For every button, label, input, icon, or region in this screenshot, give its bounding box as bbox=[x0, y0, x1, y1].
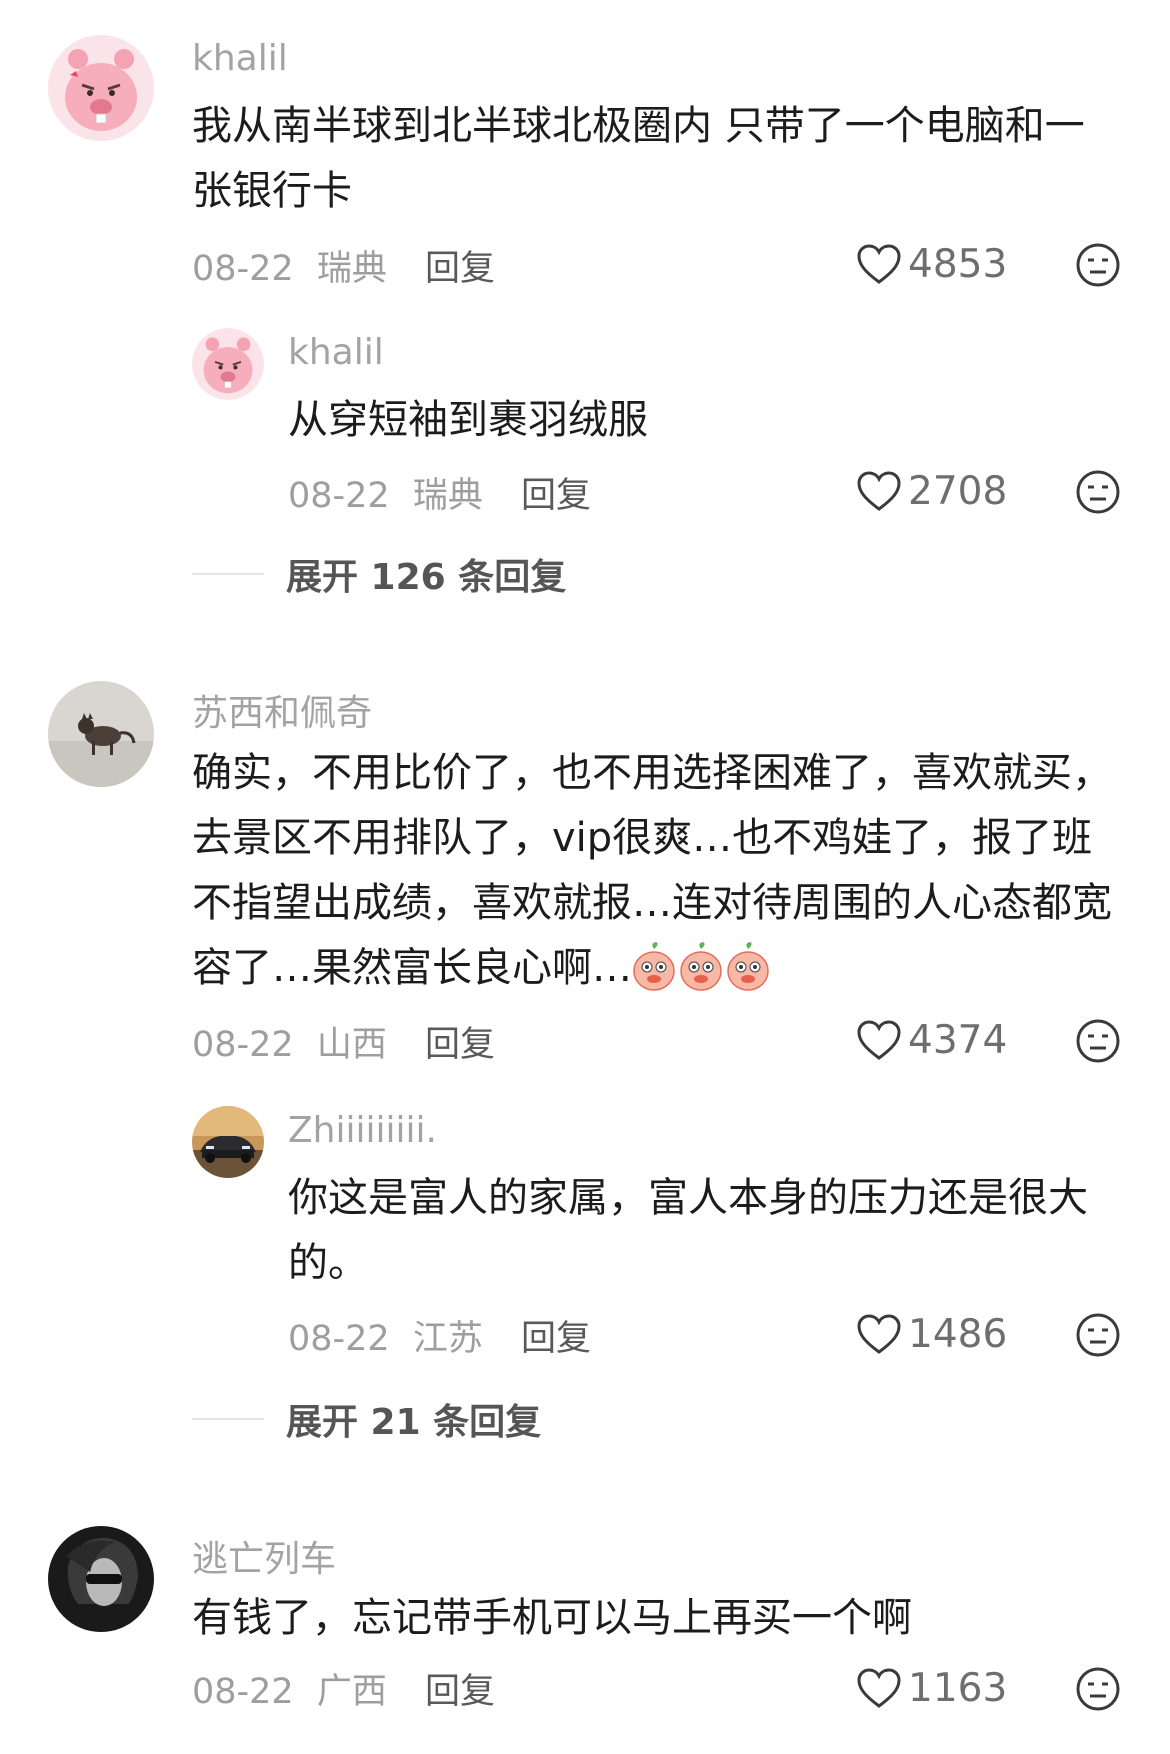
avatar[interactable] bbox=[192, 1106, 264, 1178]
comment-location: 瑞典 bbox=[316, 249, 387, 289]
expand-replies-label: 展开 21 条回复 bbox=[286, 1402, 542, 1443]
reply-button[interactable]: 回复 bbox=[521, 1310, 591, 1361]
comment-meta: 08-22 瑞典 bbox=[192, 240, 387, 291]
dislike-icon[interactable] bbox=[1075, 242, 1121, 288]
comment-username[interactable]: 苏西和佩奇 bbox=[192, 684, 372, 736]
like-button[interactable]: 1486 bbox=[856, 1312, 1007, 1357]
comment-meta: 08-22 山西 bbox=[192, 1016, 387, 1067]
reply-date: 08-22 bbox=[288, 476, 390, 516]
dislike-icon[interactable] bbox=[1075, 469, 1121, 515]
avatar[interactable] bbox=[48, 681, 154, 787]
like-button[interactable]: 4853 bbox=[856, 242, 1007, 287]
comment-location: 山西 bbox=[316, 1025, 387, 1065]
peach-face-emoji-icon bbox=[680, 942, 722, 991]
comment-username[interactable]: khalil bbox=[192, 38, 288, 79]
reply-meta: 08-22 瑞典 bbox=[288, 467, 483, 518]
like-count: 4853 bbox=[908, 242, 1008, 287]
reply-text: 从穿短袖到裹羽绒服 bbox=[288, 397, 648, 443]
peach-face-emoji-icon bbox=[633, 942, 675, 991]
pink-beaver-avatar-icon bbox=[48, 35, 154, 141]
like-count: 4374 bbox=[908, 1018, 1008, 1063]
peach-face-emoji-icon bbox=[727, 942, 769, 991]
comment-text: 我从南半球到北半球北极圈内 只带了一个电脑和一张银行卡 bbox=[192, 103, 1085, 214]
avatar[interactable] bbox=[192, 328, 264, 400]
pink-beaver-avatar-icon bbox=[192, 328, 264, 400]
reply-location: 瑞典 bbox=[412, 476, 483, 516]
car-photo-avatar-icon bbox=[192, 1106, 264, 1178]
like-button[interactable]: 2708 bbox=[856, 469, 1007, 514]
divider bbox=[192, 1418, 264, 1420]
reply-meta: 08-22 江苏 bbox=[288, 1310, 483, 1361]
reply-username[interactable]: khalil bbox=[288, 332, 384, 373]
comment-username[interactable]: 逃亡列车 bbox=[192, 1530, 336, 1582]
expand-replies-label: 展开 126 条回复 bbox=[286, 557, 567, 598]
comment-date: 08-22 bbox=[192, 249, 294, 289]
like-button[interactable]: 1163 bbox=[856, 1666, 1007, 1711]
like-count: 1163 bbox=[908, 1666, 1008, 1711]
avatar[interactable] bbox=[48, 1526, 154, 1632]
reply-button[interactable]: 回复 bbox=[521, 467, 591, 518]
reply-date: 08-22 bbox=[288, 1319, 390, 1359]
reply-username[interactable]: Zhiiiiiiiii. bbox=[288, 1110, 437, 1151]
comment-meta: 08-22 广西 bbox=[192, 1663, 387, 1714]
cat-photo-avatar-icon bbox=[48, 681, 154, 787]
comment-text: 确实，不用比价了，也不用选择困难了，喜欢就买，去景区不用排队了，vip很爽…也不… bbox=[192, 741, 1127, 1001]
comment-date: 08-22 bbox=[192, 1025, 294, 1065]
heart-icon bbox=[857, 1019, 901, 1060]
like-count: 2708 bbox=[908, 469, 1008, 514]
dislike-icon[interactable] bbox=[1075, 1018, 1121, 1064]
heart-icon bbox=[857, 1667, 901, 1708]
portrait-photo-avatar-icon bbox=[48, 1526, 154, 1632]
like-count: 1486 bbox=[908, 1312, 1008, 1357]
dislike-icon[interactable] bbox=[1075, 1666, 1121, 1712]
dislike-icon[interactable] bbox=[1075, 1312, 1121, 1358]
divider bbox=[192, 573, 264, 575]
reply-button[interactable]: 回复 bbox=[425, 1663, 495, 1714]
expand-replies-button[interactable]: 展开 126 条回复 bbox=[192, 548, 566, 600]
heart-icon bbox=[857, 1313, 901, 1354]
like-button[interactable]: 4374 bbox=[856, 1018, 1007, 1063]
avatar[interactable] bbox=[48, 35, 154, 141]
reply-button[interactable]: 回复 bbox=[425, 1016, 495, 1067]
comment-text: 有钱了，忘记带手机可以马上再买一个啊 bbox=[192, 1595, 912, 1641]
reply-button[interactable]: 回复 bbox=[425, 240, 495, 291]
heart-icon bbox=[857, 243, 901, 284]
comment-date: 08-22 bbox=[192, 1672, 294, 1712]
comment-location: 广西 bbox=[316, 1672, 387, 1712]
expand-replies-button[interactable]: 展开 21 条回复 bbox=[192, 1393, 541, 1445]
reply-location: 江苏 bbox=[412, 1319, 483, 1359]
heart-icon bbox=[857, 470, 901, 511]
reply-text: 你这是富人的家属，富人本身的压力还是很大的。 bbox=[288, 1175, 1088, 1286]
